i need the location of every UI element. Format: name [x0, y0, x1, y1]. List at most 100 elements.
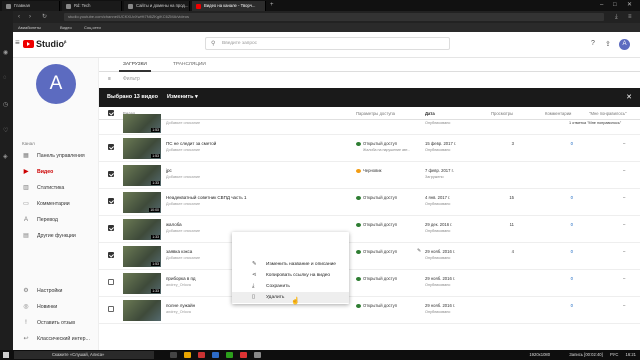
taskview-icon[interactable] [170, 352, 177, 358]
comments-count[interactable]: 0 [565, 195, 573, 200]
video-thumbnail[interactable]: 1:33 [123, 219, 161, 240]
back-icon[interactable]: ‹ [18, 12, 20, 22]
visibility-cell[interactable]: Открытый доступ [356, 249, 397, 254]
visibility-cell[interactable]: Открытый доступ [356, 195, 397, 200]
bookmark-item[interactable]: Видео [60, 23, 72, 32]
col-comments[interactable]: Комментарии [545, 107, 571, 120]
visibility-cell[interactable]: Открытый доступ [356, 276, 397, 281]
select-all-checkbox[interactable] [108, 110, 114, 116]
taskbar-search[interactable]: Скажите «Слушай, Алиса» [14, 351, 154, 359]
channel-avatar[interactable]: A [36, 64, 76, 104]
row-checkbox[interactable] [108, 279, 114, 285]
extensions-icon[interactable]: ◈ [3, 153, 8, 160]
row-checkbox[interactable] [108, 225, 114, 231]
visibility-cell[interactable]: Открытый доступ [356, 222, 397, 227]
bookmark-item[interactable]: Авиабилеты [18, 23, 41, 32]
sidebar-item-translate[interactable]: A Перевод [13, 213, 99, 227]
browser-tab[interactable]: Rd: Tech [62, 1, 122, 11]
filter-input[interactable]: ≡ Фильтр [99, 72, 640, 86]
tab-live[interactable]: ТРАНСЛЯЦИИ [169, 58, 210, 72]
search-input[interactable]: ⚲ Введите запрос [205, 37, 450, 50]
sidebar-item-other[interactable]: ▤ Другие функции [13, 229, 99, 243]
menu-save[interactable]: ⤓ Сохранить [232, 281, 349, 292]
url-field[interactable]: studio.youtube.com/channel/UCKXUvXwHt7N6… [64, 13, 604, 21]
close-window-icon[interactable]: ✕ [627, 0, 632, 11]
maximize-icon[interactable]: □ [613, 0, 617, 11]
bookmarks-icon[interactable]: ♡ [3, 127, 8, 134]
table-row[interactable]: 10:00 Неадекватный советник СВПД часть 1 Д… [99, 189, 640, 216]
tray-time[interactable]: 16:21 [626, 352, 636, 357]
bookmark-item[interactable]: Соц.сети [84, 23, 101, 32]
messenger-icon[interactable]: ◌ [3, 75, 7, 81]
video-thumbnail[interactable]: 1:53 [123, 114, 161, 133]
explorer-icon[interactable] [184, 352, 191, 358]
app-icon[interactable] [212, 352, 219, 358]
comments-count[interactable]: 0 [565, 141, 573, 146]
browser-tab[interactable]: Сайты и домены на прод... [124, 1, 190, 11]
row-checkbox[interactable] [108, 306, 114, 312]
row-checkbox[interactable] [108, 252, 114, 258]
sidebar-item-classic[interactable]: ↩ Классический интер... [13, 332, 99, 346]
speed-dial-icon[interactable]: ◉ [3, 49, 8, 56]
table-row[interactable]: 1:53 заявка кэкса Добавьте описание Открыты… [99, 243, 640, 270]
sidebar-item-feedback[interactable]: ! Оставить отзыв [13, 316, 99, 330]
upload-icon[interactable]: ⇪ [605, 40, 611, 48]
reload-icon[interactable]: ↻ [42, 12, 47, 22]
visibility-cell[interactable]: Открытый доступ [356, 141, 397, 146]
video-title[interactable]: Неадекватный советник СВПД часть 1 [166, 195, 256, 200]
forward-icon[interactable]: › [29, 12, 31, 22]
sidebar-item-videos[interactable]: ▶ Видео [13, 165, 99, 179]
edit-pencil-icon[interactable]: ✎ [417, 248, 421, 254]
visibility-cell[interactable]: Открытый доступ [356, 303, 397, 308]
comments-count[interactable]: 0 [565, 222, 573, 227]
video-title[interactable]: ПС не следит за сметой [166, 141, 256, 146]
visibility-cell[interactable]: Черновик [356, 168, 382, 173]
minimize-icon[interactable]: – [600, 0, 603, 11]
tab-uploads[interactable]: ЗАГРУЗКИ [119, 58, 151, 72]
app-icon[interactable] [226, 352, 233, 358]
col-likes[interactable]: "Мне понравилось" [589, 107, 627, 120]
video-thumbnail[interactable]: 1:33 [123, 273, 161, 294]
table-row[interactable]: 1:53 ПС не следит за сметой Добавьте описа… [99, 135, 640, 162]
sidebar-item-comments[interactable]: ▭ Комментарии [13, 197, 99, 211]
comments-count[interactable]: 0 [565, 303, 573, 308]
row-checkbox[interactable] [108, 198, 114, 204]
col-views[interactable]: Просмотры [491, 107, 513, 120]
video-thumbnail[interactable]: 1:53 [123, 246, 161, 267]
row-checkbox[interactable] [108, 144, 114, 150]
sidebar-item-settings[interactable]: ⚙ Настройки [13, 284, 99, 298]
col-visibility[interactable]: Параметры доступа [356, 107, 395, 120]
video-title[interactable]: жалоба [166, 222, 256, 227]
video-thumbnail[interactable] [123, 300, 161, 321]
row-checkbox[interactable] [108, 171, 114, 177]
new-tab-icon[interactable]: + [270, 0, 274, 11]
comments-count[interactable]: 0 [565, 276, 573, 281]
studio-logo[interactable]: Studioβ [23, 39, 66, 49]
menu-copy-link[interactable]: ⋖ Копировать ссылку на видео [232, 270, 349, 281]
tray-language[interactable]: РУС [610, 352, 618, 357]
history-icon[interactable]: ◷ [3, 101, 8, 108]
help-icon[interactable]: ? [591, 40, 595, 47]
menu-edit-title[interactable]: ✎ Изменить название и описание [232, 259, 349, 270]
browser-tab-active[interactable]: Видео на канале - Творч... [192, 1, 266, 11]
browser-menu-icon[interactable]: ≡ [628, 12, 632, 22]
app-icon[interactable] [254, 352, 261, 358]
edit-dropdown[interactable]: Изменить ▾ [167, 88, 198, 107]
close-selection-icon[interactable]: ✕ [626, 88, 632, 107]
sidebar-item-news[interactable]: ◎ Новинки [13, 300, 99, 314]
account-avatar[interactable]: A [619, 39, 630, 50]
download-icon[interactable]: ⤓ [615, 12, 618, 22]
video-thumbnail[interactable]: 10:00 [123, 192, 161, 213]
table-row[interactable]: полне лужайн andrey_Orlova Открытый доступ… [99, 297, 640, 324]
video-thumbnail[interactable]: 1:53 [123, 138, 161, 159]
comments-count[interactable]: 0 [565, 249, 573, 254]
video-thumbnail[interactable]: 1:33 [123, 165, 161, 186]
table-row[interactable]: 1:33 jpc Добавьте описание Черновик 7 февр. … [99, 162, 640, 189]
menu-icon[interactable]: ≡ [15, 38, 20, 47]
table-row[interactable]: 1:33 приборка в пд andrey_Orlova Открытый д… [99, 270, 640, 297]
sidebar-item-stats[interactable]: ▥ Статистика [13, 181, 99, 195]
sidebar-item-dashboard[interactable]: ▦ Панель управления [13, 149, 99, 163]
opera-icon[interactable] [198, 352, 205, 358]
browser-tab[interactable]: Главная [2, 1, 60, 11]
col-date[interactable]: Дата [425, 107, 435, 120]
